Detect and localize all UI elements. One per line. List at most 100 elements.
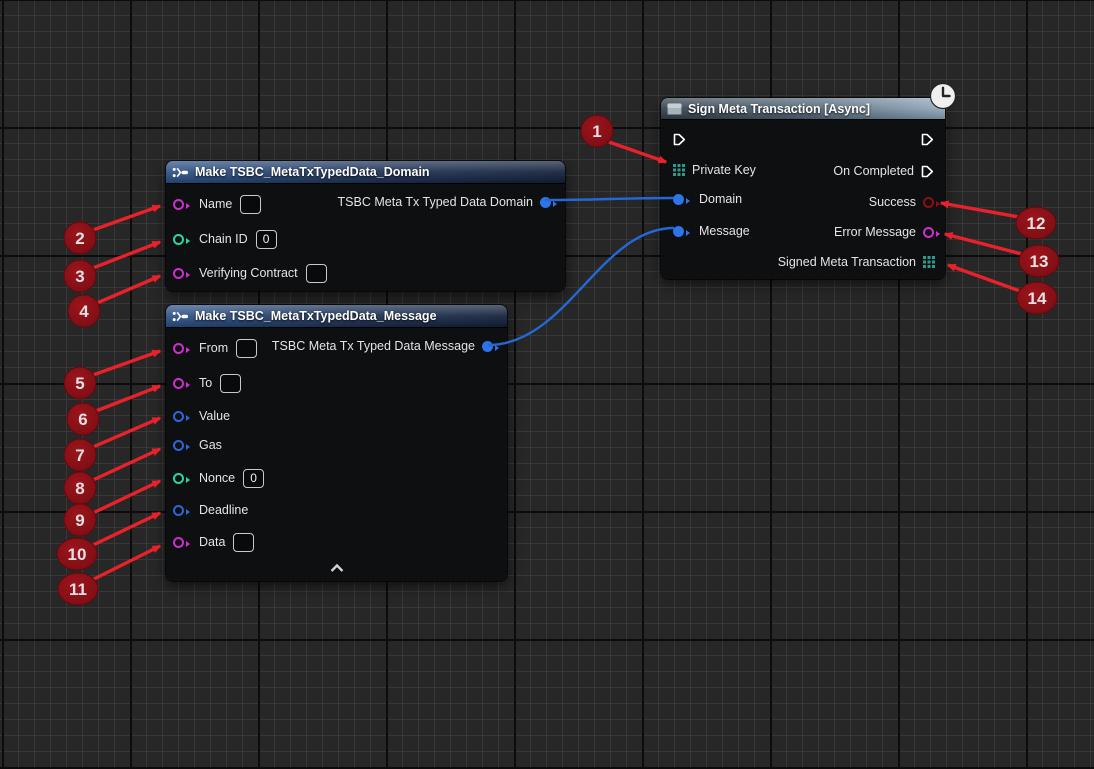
pin-label: Domain	[699, 192, 742, 206]
input-pin-deadline[interactable]	[173, 505, 184, 516]
marker-10: 10	[57, 538, 97, 570]
arrow-13	[945, 234, 1022, 254]
pin-row-to: To	[173, 372, 241, 394]
node-sign-meta-transaction[interactable]: Sign Meta Transaction [Async] Private Ke…	[661, 98, 945, 279]
input-pin-name[interactable]	[173, 199, 184, 210]
pin-row-message-output: TSBC Meta Tx Typed Data Message	[272, 335, 493, 357]
marker-3: 3	[64, 260, 96, 292]
node-make-message-header[interactable]: Make TSBC_MetaTxTypedData_Message	[166, 305, 507, 328]
to-value-field[interactable]	[220, 374, 241, 393]
pin-row-domain-in: Domain	[673, 188, 742, 210]
arrow-2	[93, 206, 160, 230]
svg-text:13: 13	[1030, 252, 1049, 271]
nonce-value-field[interactable]: 0	[243, 469, 264, 488]
exec-in-pin[interactable]	[673, 133, 686, 146]
collapse-pins-button[interactable]	[166, 563, 507, 573]
arrow-1	[609, 142, 666, 162]
svg-text:7: 7	[75, 446, 84, 465]
name-value-field[interactable]	[240, 195, 261, 214]
arrow-3	[93, 242, 160, 268]
svg-text:6: 6	[78, 410, 87, 429]
from-value-field[interactable]	[236, 339, 257, 358]
pin-row-gas: Gas	[173, 434, 222, 456]
node-sign-header[interactable]: Sign Meta Transaction [Async]	[661, 98, 945, 120]
node-make-domain[interactable]: Make TSBC_MetaTxTypedData_Domain Name Ch…	[166, 161, 565, 291]
pin-row-verifying-contract: Verifying Contract	[173, 262, 327, 284]
pin-row-error-message: Error Message	[834, 221, 934, 243]
pin-label: Signed Meta Transaction	[778, 255, 916, 269]
input-pin-chain-id[interactable]	[173, 234, 184, 245]
output-pin-typed-data-domain[interactable]	[540, 197, 551, 208]
input-pin-to[interactable]	[173, 378, 184, 389]
input-pin-verifying-contract[interactable]	[173, 268, 184, 279]
node-make-message[interactable]: Make TSBC_MetaTxTypedData_Message From T…	[166, 305, 507, 581]
input-pin-message[interactable]	[673, 226, 684, 237]
input-pin-gas[interactable]	[173, 440, 184, 451]
svg-text:11: 11	[69, 580, 87, 599]
svg-text:9: 9	[75, 511, 84, 530]
output-pin-typed-data-message[interactable]	[482, 341, 493, 352]
svg-text:4: 4	[79, 302, 89, 321]
blueprint-canvas[interactable]: Make TSBC_MetaTxTypedData_Domain Name Ch…	[0, 0, 1094, 769]
marker-5: 5	[64, 367, 96, 399]
svg-text:10: 10	[68, 545, 87, 564]
node-title: Make TSBC_MetaTxTypedData_Domain	[195, 165, 430, 179]
pin-label: Gas	[199, 438, 222, 452]
pin-row-data: Data	[173, 531, 254, 553]
pin-row-exec-out	[921, 128, 934, 150]
pin-row-from: From	[173, 337, 257, 359]
on-completed-exec-pin[interactable]	[921, 165, 934, 178]
marker-13: 13	[1019, 245, 1059, 277]
arrow-7	[93, 418, 160, 447]
pin-label: Error Message	[834, 225, 916, 239]
pin-label: Nonce	[199, 471, 235, 485]
pin-row-success: Success	[869, 191, 934, 213]
verifying-contract-value-field[interactable]	[306, 264, 327, 283]
svg-text:8: 8	[75, 479, 84, 498]
pin-row-value: Value	[173, 405, 230, 427]
pin-row-nonce: Nonce 0	[173, 467, 264, 489]
marker-7: 7	[64, 439, 96, 471]
marker-4: 4	[68, 295, 100, 327]
input-pin-nonce[interactable]	[173, 473, 184, 484]
pin-label: To	[199, 376, 212, 390]
arrow-4	[97, 276, 160, 303]
exec-out-pin[interactable]	[921, 133, 934, 146]
pin-label: Private Key	[692, 163, 756, 177]
input-pin-domain[interactable]	[673, 194, 684, 205]
make-struct-icon	[172, 166, 189, 179]
pin-label: TSBC Meta Tx Typed Data Message	[272, 339, 475, 353]
input-pin-value[interactable]	[173, 411, 184, 422]
output-pin-success[interactable]	[923, 197, 934, 208]
pin-label: Deadline	[199, 503, 248, 517]
pin-row-domain-output: TSBC Meta Tx Typed Data Domain	[338, 191, 551, 213]
chain-id-value-field[interactable]: 0	[256, 230, 277, 249]
pin-label: Value	[199, 409, 230, 423]
input-pin-private-key[interactable]	[673, 164, 685, 176]
node-make-domain-header[interactable]: Make TSBC_MetaTxTypedData_Domain	[166, 161, 565, 184]
chevron-up-icon	[329, 563, 345, 573]
svg-text:2: 2	[75, 229, 84, 248]
node-title: Make TSBC_MetaTxTypedData_Message	[195, 309, 437, 323]
arrow-9	[93, 481, 160, 513]
marker-2: 2	[64, 222, 96, 254]
svg-text:5: 5	[75, 374, 84, 393]
data-value-field[interactable]	[233, 533, 254, 552]
input-pin-from[interactable]	[173, 343, 184, 354]
svg-text:1: 1	[592, 122, 601, 141]
pin-row-message-in: Message	[673, 220, 750, 242]
output-pin-signed-meta-transaction[interactable]	[923, 256, 935, 268]
pin-label: Success	[869, 195, 916, 209]
output-pin-error-message[interactable]	[923, 227, 934, 238]
arrow-5	[93, 351, 160, 375]
pin-row-signed-meta-transaction: Signed Meta Transaction	[778, 251, 935, 273]
pin-row-exec-in	[673, 128, 686, 150]
marker-11: 11	[58, 573, 98, 605]
latent-clock-icon	[929, 82, 957, 115]
arrow-12	[941, 203, 1019, 217]
input-pin-data[interactable]	[173, 537, 184, 548]
marker-6: 6	[67, 403, 99, 435]
pin-label: TSBC Meta Tx Typed Data Domain	[338, 195, 533, 209]
marker-9: 9	[64, 504, 96, 536]
svg-text:3: 3	[75, 267, 84, 286]
